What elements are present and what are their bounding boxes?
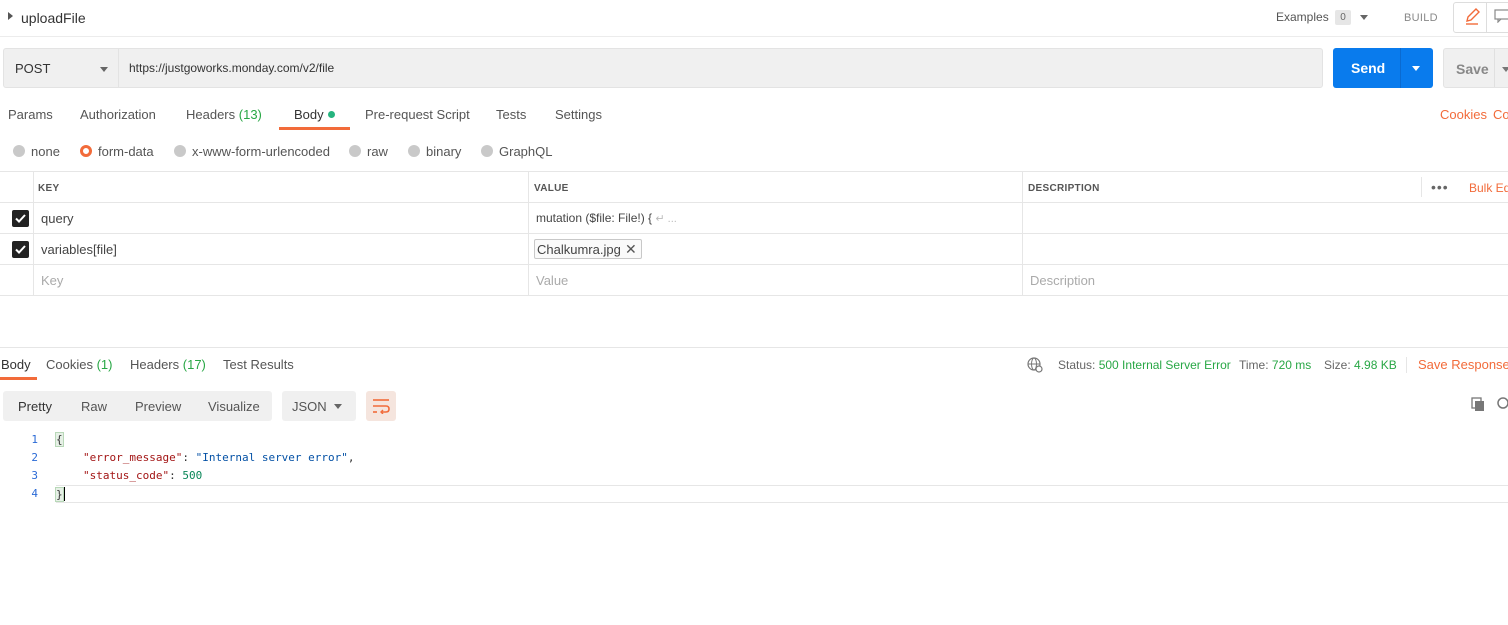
tab-authorization[interactable]: Authorization bbox=[80, 107, 156, 122]
new-key-input[interactable]: Key bbox=[41, 273, 63, 288]
response-tab-test-results[interactable]: Test Results bbox=[223, 357, 294, 372]
save-options-chevron-icon[interactable] bbox=[1502, 67, 1508, 72]
wrap-lines-button[interactable] bbox=[366, 391, 396, 421]
http-method-value: POST bbox=[15, 61, 51, 76]
radio-icon bbox=[13, 145, 25, 157]
tab-tests[interactable]: Tests bbox=[496, 107, 526, 122]
code-line: } bbox=[55, 487, 65, 502]
code-line: "status_code": 500 bbox=[83, 469, 203, 482]
send-button[interactable]: Send bbox=[1333, 48, 1433, 88]
url-input[interactable]: https://justgoworks.monday.com/v2/file bbox=[118, 48, 1323, 88]
remove-file-icon[interactable]: ✕ bbox=[625, 241, 637, 258]
view-pretty-button[interactable]: Pretty bbox=[18, 399, 52, 414]
table-row: query mutation ($file: File!) { ↵ ... bbox=[0, 203, 1508, 234]
response-view-toggle: Pretty Raw Preview Visualize bbox=[3, 391, 272, 421]
headers-count: (13) bbox=[238, 107, 262, 122]
line-number: 2 bbox=[31, 451, 38, 464]
active-tab-indicator bbox=[279, 127, 350, 130]
new-description-input[interactable]: Description bbox=[1030, 273, 1095, 288]
save-button-label: Save bbox=[1456, 61, 1489, 77]
request-name[interactable]: uploadFile bbox=[21, 10, 86, 26]
chevron-down-icon bbox=[334, 404, 342, 409]
column-header-description: DESCRIPTION bbox=[1028, 183, 1100, 194]
chevron-down-icon bbox=[100, 67, 108, 72]
search-icon[interactable] bbox=[1496, 397, 1508, 411]
wrap-lines-icon bbox=[373, 399, 390, 414]
examples-count-badge: 0 bbox=[1335, 10, 1351, 25]
radio-icon bbox=[481, 145, 493, 157]
line-number: 3 bbox=[31, 469, 38, 482]
current-line-highlight bbox=[56, 485, 1508, 503]
build-mode-label[interactable]: BUILD bbox=[1404, 12, 1438, 24]
response-size: Size: 4.98 KB bbox=[1324, 358, 1397, 372]
table-row: variables[file] Chalkumra.jpg ✕ bbox=[0, 234, 1508, 265]
view-raw-button[interactable]: Raw bbox=[81, 399, 107, 414]
param-key-cell[interactable]: variables[file] bbox=[41, 242, 117, 257]
body-modified-dot bbox=[327, 111, 335, 118]
row-enabled-checkbox[interactable] bbox=[12, 241, 29, 258]
expand-caret-icon[interactable] bbox=[8, 12, 13, 20]
cookies-link[interactable]: Cookies bbox=[1440, 107, 1487, 122]
send-options-chevron-icon[interactable] bbox=[1412, 66, 1420, 71]
status-value: 500 Internal Server Error bbox=[1098, 358, 1231, 372]
radio-icon bbox=[408, 145, 420, 157]
line-number: 4 bbox=[31, 487, 38, 500]
active-tab-indicator bbox=[0, 377, 37, 380]
param-key-cell[interactable]: query bbox=[41, 211, 74, 226]
response-divider[interactable] bbox=[0, 347, 1508, 348]
column-header-key: KEY bbox=[38, 183, 60, 194]
more-options-icon[interactable]: ••• bbox=[1431, 180, 1449, 194]
comment-icon[interactable] bbox=[1494, 9, 1508, 23]
table-row-new: Key Value Description bbox=[0, 265, 1508, 296]
tab-params[interactable]: Params bbox=[8, 107, 53, 122]
view-visualize-button[interactable]: Visualize bbox=[208, 399, 260, 414]
row-enabled-checkbox[interactable] bbox=[12, 210, 29, 227]
save-button[interactable]: Save bbox=[1443, 48, 1508, 88]
radio-icon bbox=[174, 145, 186, 157]
param-value-cell[interactable]: mutation ($file: File!) { ↵ ... bbox=[536, 211, 677, 225]
response-tab-cookies[interactable]: Cookies (1) bbox=[46, 357, 112, 372]
response-format-select[interactable]: JSON bbox=[282, 391, 356, 421]
size-value: 4.98 KB bbox=[1354, 358, 1397, 372]
table-header-row: KEY VALUE DESCRIPTION ••• Bulk Edit bbox=[0, 172, 1508, 203]
pencil-icon[interactable] bbox=[1464, 7, 1480, 25]
view-preview-button[interactable]: Preview bbox=[135, 399, 181, 414]
chevron-down-icon[interactable] bbox=[1360, 15, 1368, 20]
file-chip: Chalkumra.jpg ✕ bbox=[534, 239, 642, 259]
response-tab-body[interactable]: Body bbox=[1, 357, 31, 372]
response-status: Status: 500 Internal Server Error bbox=[1058, 358, 1231, 372]
column-header-value: VALUE bbox=[534, 183, 569, 194]
code-line: "error_message": "Internal server error"… bbox=[83, 451, 355, 464]
response-time: Time: 720 ms bbox=[1239, 358, 1312, 372]
response-tab-headers[interactable]: Headers (17) bbox=[130, 357, 206, 372]
line-number: 1 bbox=[31, 433, 38, 446]
radio-selected-icon bbox=[80, 145, 92, 157]
tab-headers[interactable]: Headers (13) bbox=[186, 107, 262, 122]
new-value-input[interactable]: Value bbox=[536, 273, 568, 288]
send-button-label: Send bbox=[1351, 60, 1386, 76]
form-data-table: KEY VALUE DESCRIPTION ••• Bulk Edit quer… bbox=[0, 171, 1508, 296]
tab-settings[interactable]: Settings bbox=[555, 107, 602, 122]
request-title-bar: uploadFile Examples 0 BUILD bbox=[0, 0, 1508, 37]
save-response-button[interactable]: Save Response bbox=[1406, 357, 1508, 373]
http-method-select[interactable]: POST bbox=[3, 48, 119, 88]
globe-icon[interactable] bbox=[1027, 357, 1043, 373]
url-input-value: https://justgoworks.monday.com/v2/file bbox=[129, 61, 335, 75]
radio-icon bbox=[349, 145, 361, 157]
code-line: { bbox=[55, 432, 64, 447]
file-name: Chalkumra.jpg bbox=[537, 242, 621, 257]
copy-icon[interactable] bbox=[1471, 397, 1486, 412]
tab-body[interactable]: Body bbox=[294, 107, 335, 122]
code-link[interactable]: Code bbox=[1493, 107, 1508, 122]
bulk-edit-link[interactable]: Bulk Edit bbox=[1469, 181, 1508, 195]
time-value: 720 ms bbox=[1271, 358, 1312, 372]
tab-pre-request-script[interactable]: Pre-request Script bbox=[365, 107, 470, 122]
examples-dropdown-label[interactable]: Examples bbox=[1276, 10, 1329, 24]
text-cursor bbox=[62, 487, 65, 501]
